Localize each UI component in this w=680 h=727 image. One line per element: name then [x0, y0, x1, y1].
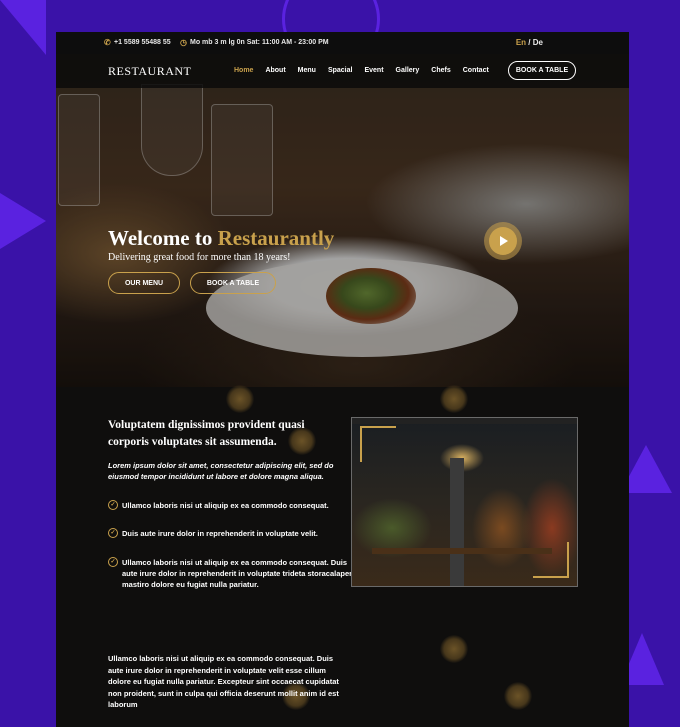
frame-corner: [360, 426, 396, 462]
nav-spacial[interactable]: Spacial: [328, 67, 353, 74]
phone-icon: ✆: [104, 38, 111, 47]
nav-contact[interactable]: Contact: [463, 67, 489, 74]
clock-icon: ◷: [180, 38, 187, 47]
check-item-text: Duis aute irure dolor in reprehenderit i…: [122, 529, 318, 538]
check-item-text: Ullamco laboris nisi ut aliquip ex ea co…: [122, 558, 361, 589]
our-menu-button[interactable]: OUR MENU: [108, 272, 180, 294]
about-title: Voluptatem dignissimos provident quasi c…: [108, 419, 305, 448]
language-switcher: En / De: [516, 38, 543, 47]
hero-overlay: [56, 54, 629, 387]
decorative-triangle: [0, 0, 46, 55]
decorative-flower: [440, 385, 468, 413]
play-icon: [500, 236, 508, 246]
nav-chefs[interactable]: Chefs: [431, 67, 450, 74]
main-nav: Home About Menu Spacial Event Gallery Ch…: [234, 67, 501, 74]
website-preview: Welcome to Restaurantly Delivering great…: [56, 32, 629, 727]
check-circle-icon: ✓: [108, 528, 118, 538]
decorative-flower: [226, 385, 254, 413]
nav-about[interactable]: About: [265, 67, 285, 74]
header: RESTAURANT Home About Menu Spacial Event…: [56, 54, 629, 88]
nav-home[interactable]: Home: [234, 67, 253, 74]
topbar-hours: Mo mb 3 m lg 0n Sat: 11:00 AM - 23:00 PM: [190, 39, 329, 46]
nav-gallery[interactable]: Gallery: [396, 67, 420, 74]
book-table-button[interactable]: BOOK A TABLE: [508, 61, 576, 80]
hero-title-brand: Restaurantly: [217, 226, 335, 250]
frame-corner: [533, 542, 569, 578]
play-video-button[interactable]: [484, 222, 522, 260]
check-item: ✓ Ullamco laboris nisi ut aliquip ex ea …: [108, 557, 362, 590]
nav-menu[interactable]: Menu: [298, 67, 316, 74]
decorative-triangle: [0, 193, 46, 249]
restaurant-interior-image: [351, 417, 578, 587]
hero-title: Welcome to Restaurantly: [108, 226, 334, 251]
ceiling-image: [352, 418, 577, 424]
hero-title-prefix: Welcome to: [108, 226, 213, 250]
topbar: ✆ +1 5589 55488 55 ◷ Mo mb 3 m lg 0n Sat…: [56, 32, 629, 54]
check-item-text: Ullamco laboris nisi ut aliquip ex ea co…: [122, 501, 329, 510]
check-item: ✓ Ullamco laboris nisi ut aliquip ex ea …: [108, 500, 362, 511]
pillar-image: [450, 458, 464, 586]
nav-event[interactable]: Event: [364, 67, 383, 74]
decorative-flower: [440, 635, 468, 663]
about-lead: Lorem ipsum dolor sit amet, consectetur …: [108, 461, 334, 481]
check-item: ✓ Duis aute irure dolor in reprehenderit…: [108, 528, 362, 539]
decorative-flower: [504, 682, 532, 710]
about-paragraph: Ullamco laboris nisi ut aliquip ex ea co…: [108, 654, 339, 709]
table-image: [372, 548, 552, 554]
check-circle-icon: ✓: [108, 557, 118, 567]
play-button-inner: [489, 227, 517, 255]
book-table-hero-button[interactable]: BOOK A TABLE: [190, 272, 276, 294]
about-section: Voluptatem dignissimos provident quasi c…: [56, 385, 629, 727]
lang-en-link[interactable]: En: [516, 38, 526, 47]
topbar-phone: +1 5589 55488 55: [114, 39, 171, 46]
check-circle-icon: ✓: [108, 500, 118, 510]
logo[interactable]: RESTAURANT: [108, 64, 191, 79]
lang-separator: /: [528, 38, 531, 47]
hero-subtitle: Delivering great food for more than 18 y…: [108, 252, 291, 263]
hero-section: Welcome to Restaurantly Delivering great…: [56, 54, 629, 387]
lang-de-link[interactable]: De: [533, 38, 543, 47]
